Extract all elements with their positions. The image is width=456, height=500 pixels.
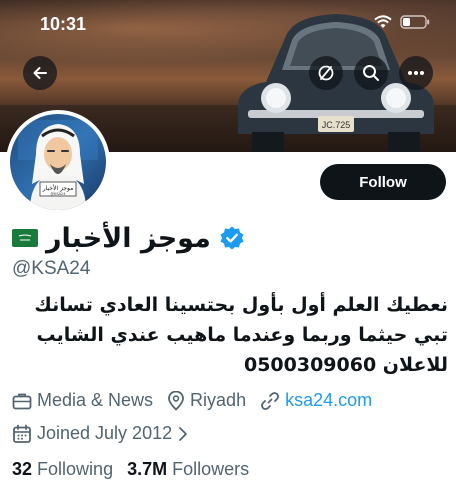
bio-line: نعطيك العلم أول بأول بحتسينا العادي تسان… (34, 294, 448, 316)
bio-line: تبي حيثما وربما وعندما ماهيب عندي الشايب (36, 324, 448, 346)
website-item[interactable]: ksa24.com (260, 390, 372, 411)
profile-bio: نعطيك العلم أول بأول بحتسينا العادي تسان… (8, 290, 448, 380)
status-time: 10:31 (40, 14, 87, 34)
category-label: Media & News (37, 390, 154, 410)
search-icon (363, 65, 379, 81)
verified-badge-icon[interactable] (219, 225, 245, 251)
location-label: Riyadh (190, 390, 247, 410)
battery-icon (400, 15, 430, 29)
user-handle: @KSA24 (12, 258, 91, 279)
back-button[interactable] (23, 56, 57, 90)
briefcase-icon (12, 393, 32, 409)
following-count-link[interactable]: 32 Following (12, 459, 113, 480)
link-icon (261, 391, 279, 410)
following-count: 32 (12, 459, 33, 479)
name-row: موجز الأخبار (12, 220, 245, 256)
website-link[interactable]: ksa24.com (285, 390, 372, 411)
more-dots-icon (408, 71, 424, 75)
joined-label: Joined July 2012 (37, 423, 173, 443)
followers-count-link[interactable]: 3.7M Followers (127, 459, 249, 480)
slash-circle-icon (318, 65, 334, 81)
saudi-flag-icon (12, 229, 38, 247)
arrow-left-icon (33, 67, 47, 79)
more-options-button[interactable] (399, 56, 433, 90)
hide-media-button[interactable] (309, 56, 343, 90)
avatar-caption: موجز الأخبار (42, 184, 74, 192)
following-label: Following (37, 459, 114, 479)
avatar-sub-caption: @KSA24 (51, 192, 67, 196)
followers-label: Followers (172, 459, 250, 479)
calendar-icon (13, 424, 31, 443)
profile-meta-row: Media & News Riyadh ksa24.com (12, 390, 386, 411)
chevron-right-icon (179, 426, 188, 441)
status-bar: 10:31 (0, 0, 456, 46)
status-icons (374, 15, 430, 29)
location-pin-icon (168, 390, 184, 411)
category-item: Media & News (12, 390, 153, 411)
search-button[interactable] (354, 56, 388, 90)
followers-count: 3.7M (127, 459, 168, 479)
display-name: موجز الأخبار (46, 222, 211, 254)
follow-counts: 32 Following 3.7M Followers (12, 459, 249, 480)
bio-line: للاعلان 0500309060 (243, 354, 448, 376)
cartoon-man-illustration: موجز الأخبار @KSA24 (18, 120, 98, 210)
follow-button[interactable]: Follow (320, 164, 446, 200)
avatar-image: موجز الأخبار @KSA24 (10, 114, 106, 210)
license-plate-text: JC.725 (322, 120, 351, 130)
profile-avatar[interactable]: موجز الأخبار @KSA24 (6, 110, 110, 214)
location-item: Riyadh (167, 390, 246, 411)
joined-row[interactable]: Joined July 2012 (12, 423, 203, 444)
joined-item[interactable]: Joined July 2012 (12, 423, 189, 444)
wifi-icon (374, 15, 392, 28)
